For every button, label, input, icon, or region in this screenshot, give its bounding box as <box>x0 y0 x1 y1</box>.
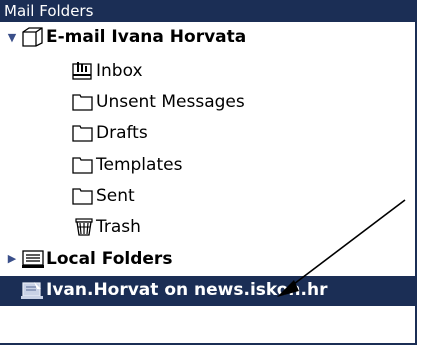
folder-label-sent: Sent <box>96 186 135 206</box>
account-name: E-mail Ivana Horvata <box>46 27 247 47</box>
folder-label-templates: Templates <box>96 155 183 175</box>
tree-item-drafts[interactable]: Drafts <box>0 117 415 149</box>
tree-item-news-account[interactable]: Ivan.Horvat on news.iskon.hr <box>0 276 415 306</box>
news-account-label: Ivan.Horvat on news.iskon.hr <box>46 280 328 300</box>
folder-icon <box>72 155 94 175</box>
tree-item-inbox[interactable]: Inbox <box>0 55 415 87</box>
folder-icon <box>72 123 94 143</box>
chevron-down-icon[interactable]: ▼ <box>6 32 18 44</box>
folder-icon <box>72 186 94 206</box>
local-folders-label: Local Folders <box>46 249 173 269</box>
folder-tree: ▼ E-mail Ivana Horvata Inbox Unsent Mess… <box>0 22 415 343</box>
folder-label-unsent-messages: Unsent Messages <box>96 92 245 112</box>
pane-title: Mail Folders <box>0 0 415 22</box>
tree-item-unsent-messages[interactable]: Unsent Messages <box>0 86 415 118</box>
tree-item-local-folders[interactable]: ▶ Local Folders <box>0 244 415 276</box>
tree-item-sent[interactable]: Sent <box>0 180 415 212</box>
tree-item-trash[interactable]: Trash <box>0 211 415 243</box>
tree-item-account[interactable]: ▼ E-mail Ivana Horvata <box>0 22 415 54</box>
local-folders-icon <box>22 249 44 269</box>
folder-icon <box>72 92 94 112</box>
inbox-icon <box>72 61 94 81</box>
mail-folders-pane: Mail Folders ▼ E-mail Ivana Horvata Inbo… <box>0 0 417 345</box>
folder-label-trash: Trash <box>96 217 141 237</box>
mail-account-icon <box>22 27 44 47</box>
tree-item-templates[interactable]: Templates <box>0 149 415 181</box>
folder-label-drafts: Drafts <box>96 123 148 143</box>
folder-label-inbox: Inbox <box>96 61 143 81</box>
newsgroup-account-icon <box>20 281 43 301</box>
chevron-right-icon[interactable]: ▶ <box>6 253 18 265</box>
trash-icon <box>74 217 96 237</box>
